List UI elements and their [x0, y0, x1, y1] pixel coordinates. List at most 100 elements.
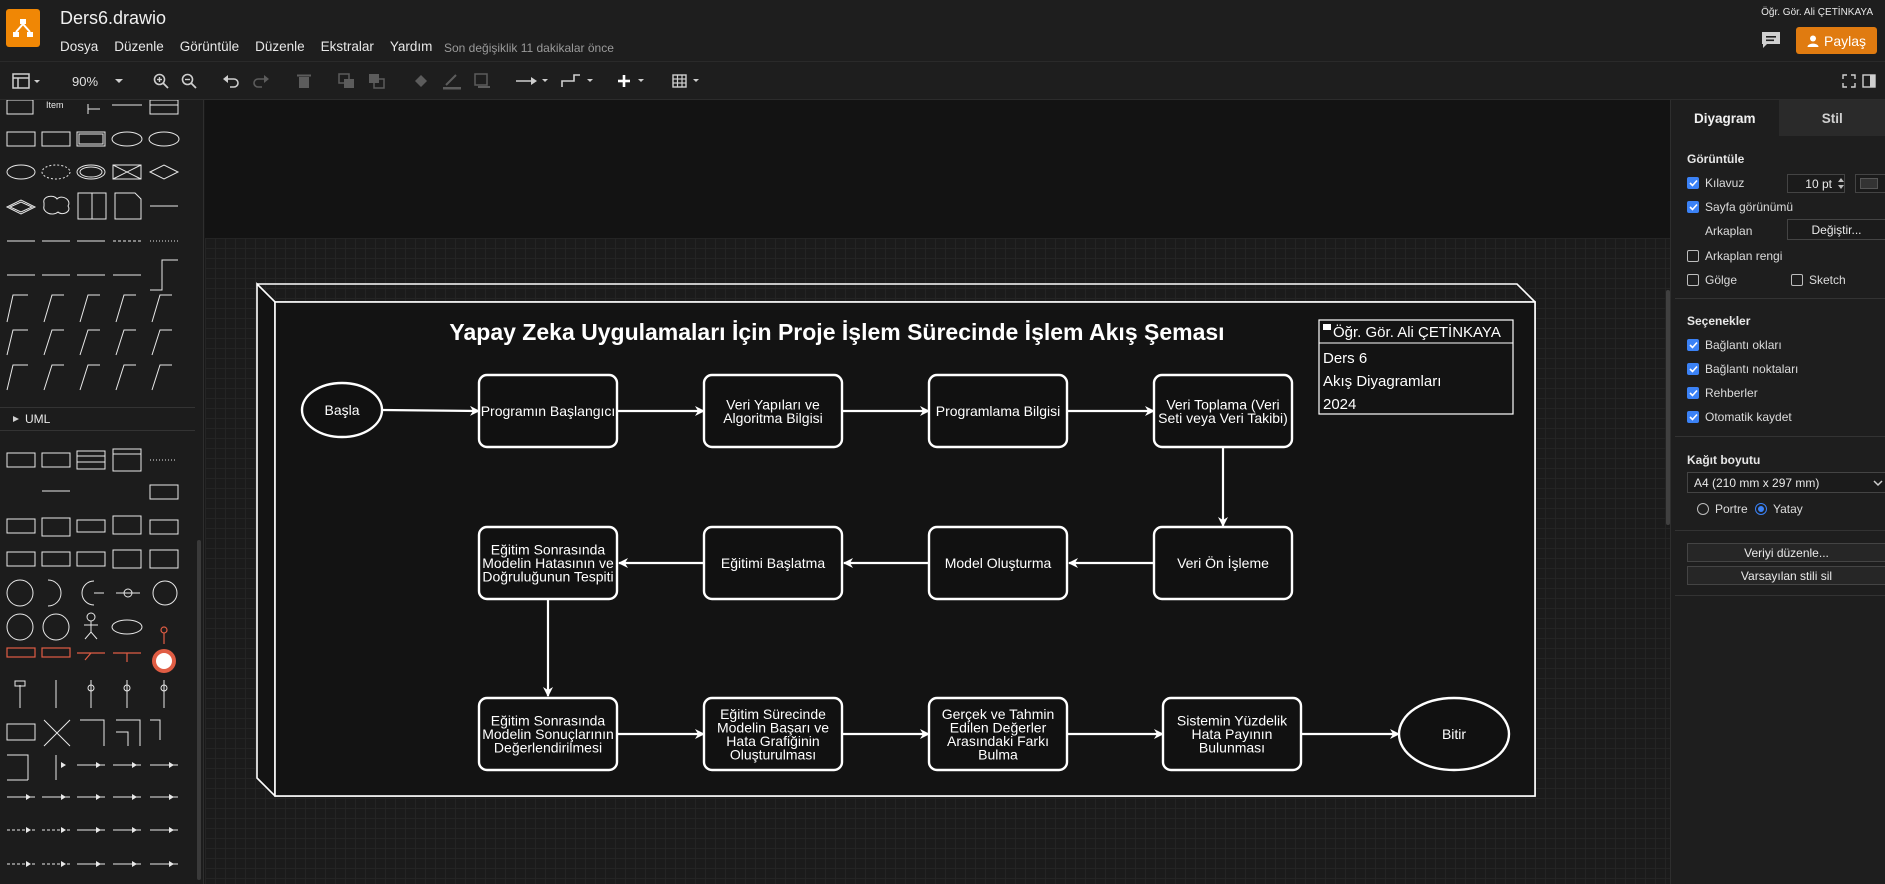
grid-checkbox[interactable]: [1687, 177, 1699, 189]
page-view-option[interactable]: Sayfa görünümü: [1687, 200, 1793, 214]
insert-icon[interactable]: [617, 71, 647, 91]
zoom-dropdown-icon[interactable]: [114, 71, 124, 91]
user-name[interactable]: Öğr. Gör. Ali ÇETİNKAYA: [1761, 7, 1873, 18]
connection-arrows-label: Bağlantı okları: [1705, 338, 1782, 352]
menu-help[interactable]: Yardım: [390, 39, 441, 54]
waypoints-icon[interactable]: [560, 71, 594, 91]
collapse-arrow-icon: [13, 416, 19, 422]
info-line-topic: Akış Diyagramları: [1323, 373, 1441, 390]
node-start[interactable]: Başla: [300, 381, 384, 439]
node-program-start[interactable]: Programın Başlangıcı: [477, 373, 619, 449]
option-autosave[interactable]: Otomatik kaydet: [1687, 410, 1792, 424]
edit-data-button[interactable]: Veriyi düzenle...: [1687, 543, 1885, 562]
node-programming-knowledge[interactable]: Programlama Bilgisi: [927, 373, 1069, 449]
landscape-radio[interactable]: [1755, 503, 1767, 515]
left-panel-scrollbar[interactable]: [197, 540, 201, 880]
comments-icon[interactable]: [1760, 30, 1784, 52]
connection-style-icon[interactable]: [515, 71, 549, 91]
menu-arrange[interactable]: Düzenle: [255, 39, 313, 54]
connection-arrows-checkbox[interactable]: [1687, 339, 1699, 351]
zoom-out-icon[interactable]: [180, 71, 198, 91]
zoom-in-icon[interactable]: [152, 71, 170, 91]
portrait-label: Portre: [1715, 502, 1748, 516]
uml-section-header[interactable]: UML: [0, 407, 195, 431]
flowchart-diagram[interactable]: Yapay Zeka Uygulamaları İçin Proje İşlem…: [205, 100, 1670, 884]
sketch-checkbox[interactable]: [1791, 274, 1803, 286]
node-data-preprocessing-label: Veri Ön İşleme: [1177, 554, 1269, 571]
shadow-option[interactable]: Gölge: [1687, 273, 1737, 287]
fill-color-icon[interactable]: [412, 71, 430, 91]
info-box[interactable]: Öğr. Gör. Ali ÇETİNKAYA Ders 6 Akış Diya…: [1318, 319, 1514, 415]
option-guides[interactable]: Rehberler: [1687, 386, 1758, 400]
node-data-preprocessing[interactable]: Veri Ön İşleme: [1152, 525, 1294, 601]
background-color-checkbox[interactable]: [1687, 250, 1699, 262]
file-title[interactable]: Ders6.drawio: [60, 8, 166, 29]
zoom-level[interactable]: 90%: [72, 74, 98, 89]
collapse-icon[interactable]: [1323, 324, 1331, 330]
portrait-radio[interactable]: [1697, 503, 1709, 515]
connection-points-checkbox[interactable]: [1687, 363, 1699, 375]
to-back-icon[interactable]: [368, 71, 386, 91]
node-data-structures[interactable]: Veri Yapıları ve Algoritma Bilgisi: [702, 373, 844, 449]
paper-size-section-title: Kağıt boyutu: [1687, 453, 1761, 467]
node-data-collection[interactable]: Veri Toplama (Veri Seti veya Veri Takibi): [1152, 373, 1294, 449]
node-start-training[interactable]: Eğitimi Başlatma: [702, 525, 844, 601]
toggle-format-panel-icon[interactable]: [1862, 71, 1876, 91]
sketch-option[interactable]: Sketch: [1791, 273, 1846, 287]
drawio-app: Ders6.drawio Dosya Düzenle Görüntüle Düz…: [0, 0, 1885, 884]
shadow-icon[interactable]: [474, 71, 492, 91]
drawing-canvas[interactable]: Yapay Zeka Uygulamaları İçin Proje İşlem…: [205, 100, 1670, 884]
landscape-option[interactable]: Yatay: [1755, 502, 1803, 516]
delete-icon[interactable]: [297, 71, 311, 91]
guides-checkbox[interactable]: [1687, 387, 1699, 399]
grid-option[interactable]: Kılavuz: [1687, 176, 1744, 190]
autosave-label: Otomatik kaydet: [1705, 410, 1792, 424]
background-color-option[interactable]: Arkaplan rengi: [1687, 249, 1782, 263]
last-change-status[interactable]: Son değişiklik 11 dakikalar önce: [444, 41, 614, 55]
section-divider: [1675, 530, 1885, 531]
section-divider: [1675, 436, 1885, 437]
node-model-creation-label: Model Oluşturma: [945, 555, 1052, 571]
node-difference-finding[interactable]: Gerçek ve Tahmin Edilen Değerler Arasındak…: [927, 696, 1069, 772]
menu-edit[interactable]: Düzenle: [114, 39, 172, 54]
undo-icon[interactable]: [222, 71, 240, 91]
page-view-checkbox[interactable]: [1687, 201, 1699, 213]
grid-size-stepper-icon[interactable]: [1837, 176, 1845, 194]
format-panel-toggle-icon[interactable]: [12, 71, 42, 91]
portrait-option[interactable]: Portre: [1697, 502, 1748, 516]
node-start-training-label: Eğitimi Başlatma: [721, 555, 825, 571]
shape-thumbnails[interactable]: [0, 100, 204, 884]
paper-size-select[interactable]: A4 (210 mm x 297 mm): [1687, 472, 1885, 493]
uml-section-title: UML: [25, 412, 51, 426]
connection-points-label: Bağlantı noktaları: [1705, 362, 1799, 376]
node-error-accuracy[interactable]: Eğitim Sonrasında Modelin Hatasının ve Doğ…: [477, 525, 619, 601]
shadow-checkbox[interactable]: [1687, 274, 1699, 286]
diagram-title[interactable]: Yapay Zeka Uygulamaları İçin Proje İşlem…: [449, 319, 1224, 345]
option-connection-points[interactable]: Bağlantı noktaları: [1687, 362, 1798, 376]
node-error-accuracy-label: Eğitim Sonrasında Modelin Hatasının ve Doğ…: [482, 542, 614, 585]
fullscreen-icon[interactable]: [1842, 71, 1856, 91]
node-error-margin[interactable]: Sistemin Yüzdelik Hata Payının Bulunması: [1161, 696, 1303, 772]
change-background-button[interactable]: Değiştir...: [1787, 219, 1885, 240]
redo-icon[interactable]: [252, 71, 270, 91]
share-button[interactable]: Paylaş: [1796, 27, 1877, 54]
shape-item-label: Item: [46, 100, 64, 110]
node-graph-creation[interactable]: Eğitim Sürecinde Modelin Başarı ve Hata Gr…: [702, 696, 844, 772]
clear-default-style-button[interactable]: Varsayılan stili sil: [1687, 566, 1885, 585]
node-end[interactable]: Bitir: [1397, 696, 1511, 772]
option-connection-arrows[interactable]: Bağlantı okları: [1687, 338, 1782, 352]
to-front-icon[interactable]: [338, 71, 356, 91]
tab-diagram[interactable]: Diyagram: [1671, 100, 1779, 136]
menu-file[interactable]: Dosya: [60, 39, 106, 54]
tab-style[interactable]: Stil: [1778, 100, 1885, 136]
node-model-creation[interactable]: Model Oluşturma: [927, 525, 1069, 601]
autosave-checkbox[interactable]: [1687, 411, 1699, 423]
table-icon[interactable]: [672, 71, 704, 91]
grid-color-swatch[interactable]: [1855, 174, 1885, 193]
user-icon: [1807, 35, 1819, 47]
menu-view[interactable]: Görüntüle: [180, 39, 247, 54]
line-color-icon[interactable]: [442, 71, 462, 91]
node-result-evaluation[interactable]: Eğitim Sonrasında Modelin Sonuçlarının Değ…: [477, 696, 619, 772]
menu-extras[interactable]: Ekstralar: [321, 39, 382, 54]
drawio-logo-icon[interactable]: [6, 9, 40, 47]
